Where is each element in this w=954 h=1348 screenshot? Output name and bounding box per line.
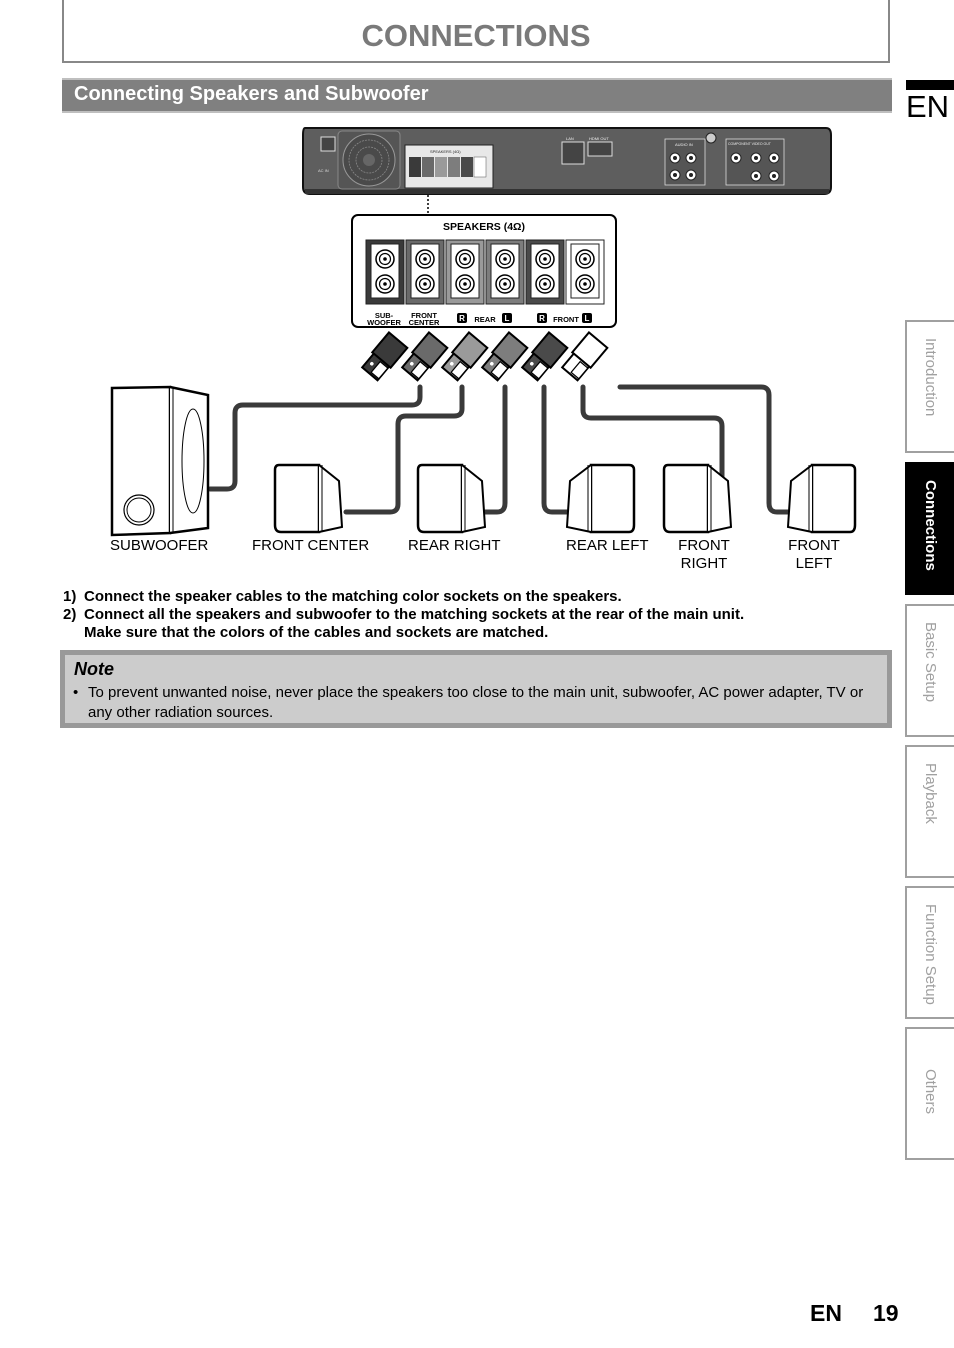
terminal-front-center (405, 239, 445, 305)
speaker-terminal-panel: SPEAKERS (4Ω) SUB- WOOFER FRONT CENTER R… (351, 214, 617, 328)
ac-inlet (320, 136, 336, 152)
rear-speaker-terminals: SPEAKERS (4Ω) (404, 144, 494, 189)
ac-in-label: AC IN (318, 168, 329, 173)
svg-text:LAN: LAN (566, 136, 574, 141)
terminal-subwoofer (365, 239, 405, 305)
plug-front-left (560, 331, 609, 382)
speaker-panel-title: SPEAKERS (4Ω) (443, 221, 525, 233)
plug-rear-right (440, 331, 489, 382)
section-title: Connecting Speakers and Subwoofer (74, 83, 429, 105)
page-number: 19 (873, 1300, 899, 1326)
tab-basic-setup[interactable]: Basic Setup (905, 604, 954, 737)
main-unit-rear-panel: AC IN SPEAKERS (4Ω) LAN HDMI OUT AUDIO I… (302, 127, 832, 215)
language-marker: EN (906, 80, 954, 124)
language-label: EN (906, 89, 950, 124)
lan-port (561, 141, 585, 165)
speaker-plugs (360, 331, 609, 382)
page-title: CONNECTIONS (361, 18, 591, 53)
plug-front-right (520, 331, 569, 382)
speaker-label-front-center: FRONT CENTER (252, 537, 370, 554)
hdmi-out-port (587, 141, 613, 157)
speaker-rear-left (565, 463, 636, 534)
svg-text:WOOFER: WOOFER (367, 318, 401, 327)
speaker-rear-right (416, 463, 487, 534)
fm-antenna-jack (705, 132, 717, 144)
svg-text:REAR: REAR (474, 315, 496, 324)
speaker-label-rear-left: REAR LEFT (566, 537, 649, 554)
speaker-connection-diagram: AC IN SPEAKERS (4Ω) LAN HDMI OUT AUDIO I… (100, 125, 880, 580)
svg-text:AUDIO IN: AUDIO IN (675, 142, 693, 147)
video-out-jacks: COMPONENT VIDEO OUT (725, 138, 785, 186)
tab-others[interactable]: Others (905, 1027, 954, 1160)
speaker-label-front-left: FRONT LEFT (788, 537, 840, 572)
speaker-front-left (786, 463, 857, 534)
note-item: • To prevent unwanted noise, never place… (73, 684, 864, 721)
speaker-label-rear-right: REAR RIGHT (408, 537, 501, 554)
diagram-svg: AC IN SPEAKERS (4Ω) LAN HDMI OUT AUDIO I… (110, 127, 857, 537)
tab-introduction[interactable]: Introduction (905, 320, 954, 453)
plug-front-center (400, 331, 449, 382)
svg-text:HDMI OUT: HDMI OUT (589, 136, 609, 141)
svg-text:FRONT: FRONT (553, 315, 579, 324)
step-2: 2) Connect all the speakers and subwoofe… (63, 606, 745, 641)
svg-text:CENTER: CENTER (409, 318, 440, 327)
speaker-label-subwoofer: SUBWOOFER (110, 537, 209, 554)
cooling-fan (337, 130, 401, 190)
audio-in-jacks: AUDIO IN (664, 138, 706, 186)
svg-text:R: R (539, 314, 545, 323)
terminal-front-right (525, 239, 565, 305)
plug-subwoofer (360, 331, 409, 382)
plug-rear-left (480, 331, 529, 382)
svg-text:COMPONENT VIDEO OUT: COMPONENT VIDEO OUT (728, 142, 772, 146)
step-1: 1) Connect the speaker cables to the mat… (63, 588, 622, 605)
svg-text:R: R (459, 314, 465, 323)
speaker-label-front-right: FRONT RIGHT (678, 537, 730, 572)
tab-connections[interactable]: Connections (905, 462, 954, 595)
tab-playback[interactable]: Playback (905, 745, 954, 878)
svg-text:SPEAKERS (4Ω): SPEAKERS (4Ω) (430, 149, 461, 154)
cable-rear-right (481, 384, 508, 515)
note-box: Note • To prevent unwanted noise, never … (60, 650, 892, 728)
tab-function-setup[interactable]: Function Setup (905, 886, 954, 1019)
footer-language: EN (810, 1300, 842, 1326)
svg-text:L: L (585, 314, 590, 323)
speaker-front-right (662, 463, 733, 534)
section-header-bar: Connecting Speakers and Subwoofer (62, 78, 892, 113)
note-title: Note (74, 659, 114, 679)
terminal-rear-right (445, 239, 485, 305)
terminal-front-left (565, 239, 605, 305)
subwoofer-illustration (110, 385, 210, 537)
speaker-front-center (273, 463, 344, 534)
cable-rear-left (541, 384, 570, 515)
terminal-rear-left (485, 239, 525, 305)
svg-text:L: L (505, 314, 510, 323)
instruction-steps: 1) Connect the speaker cables to the mat… (63, 588, 744, 642)
page-header-box: CONNECTIONS (62, 0, 890, 63)
